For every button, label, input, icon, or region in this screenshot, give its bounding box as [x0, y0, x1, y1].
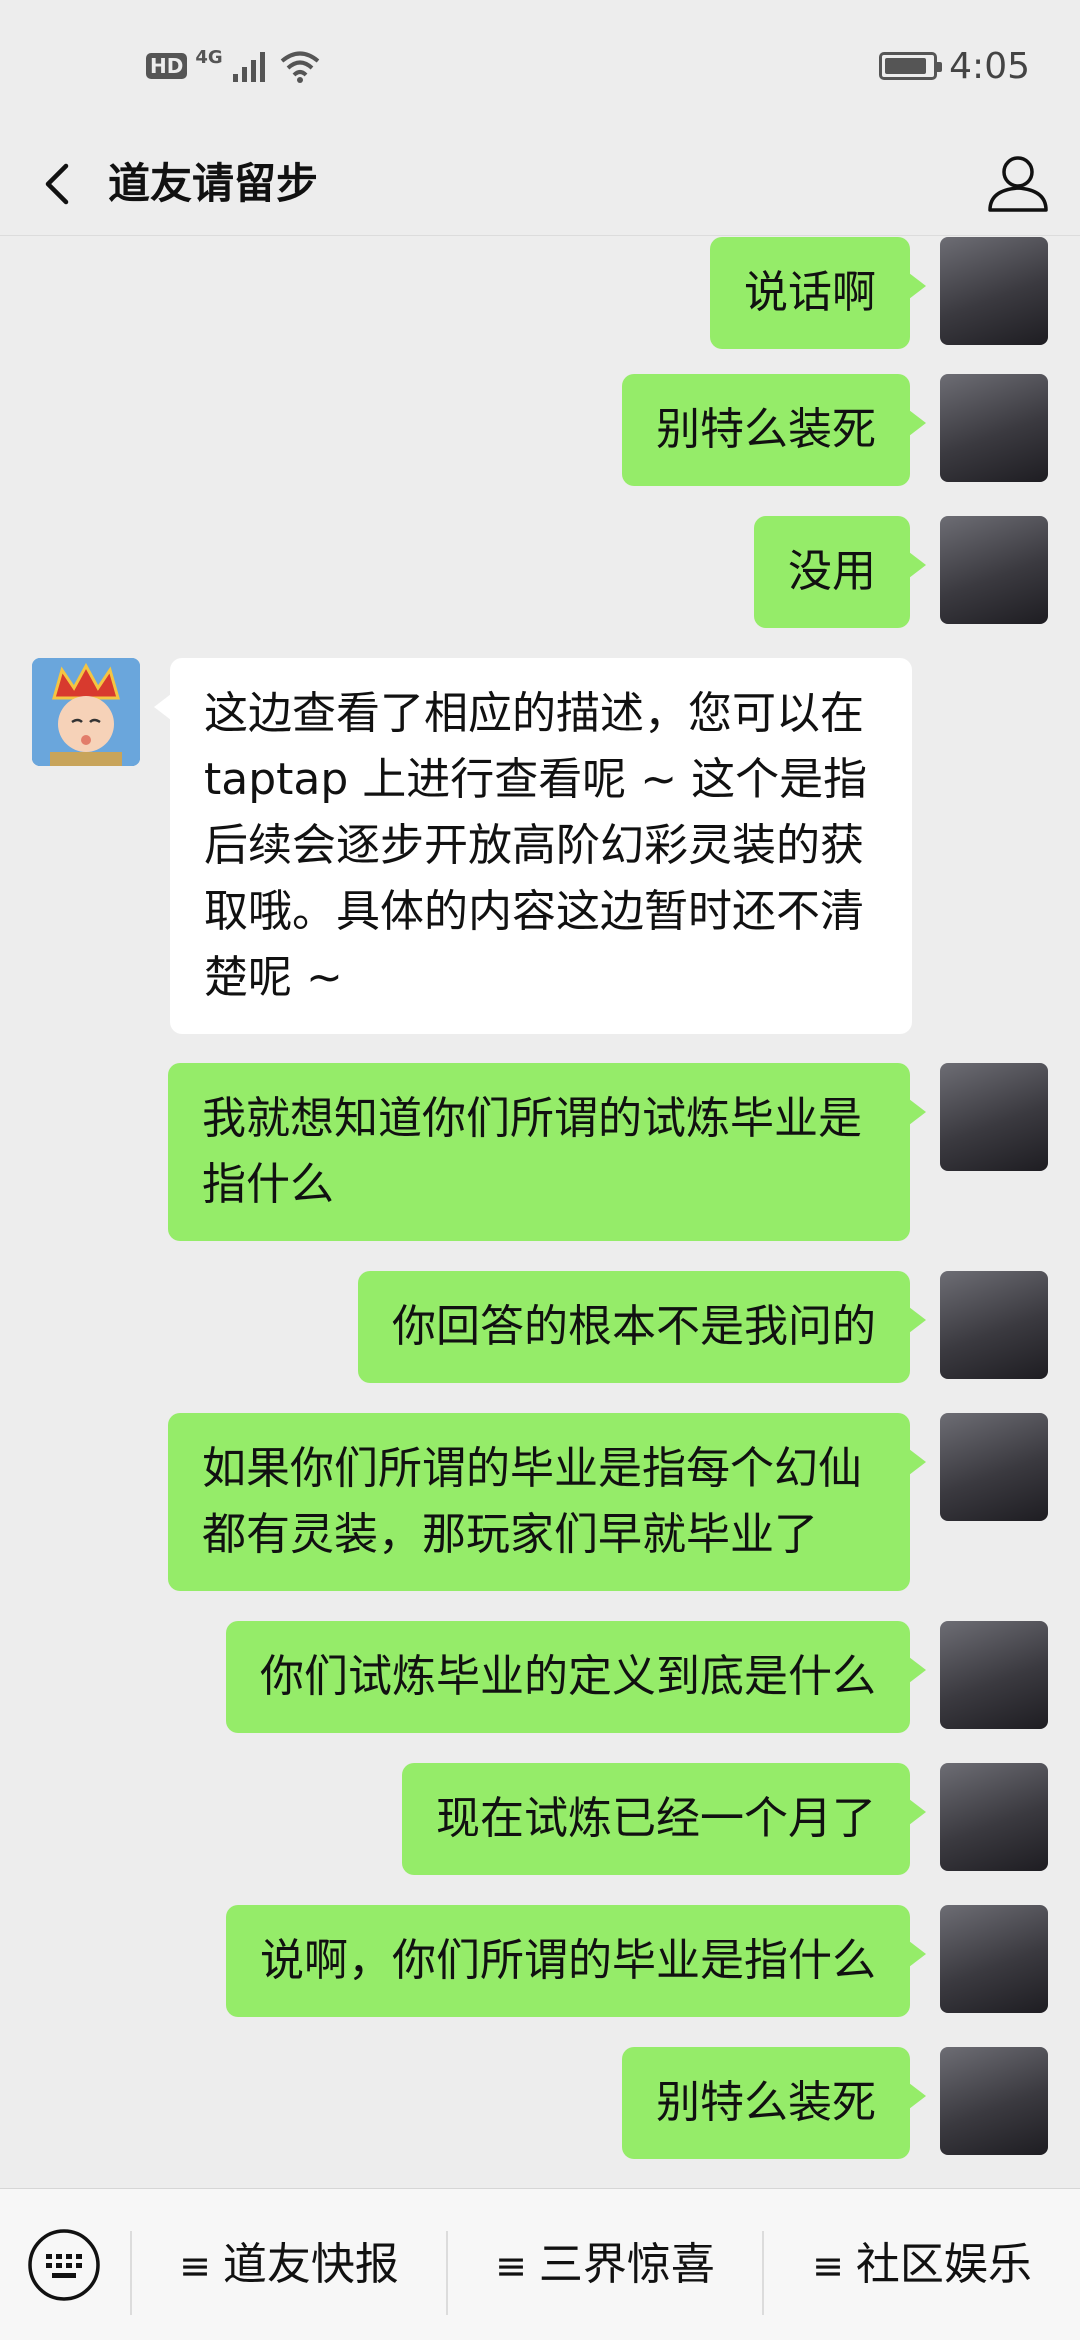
status-bar: HD 4G 4:05	[0, 0, 1080, 132]
menu-list-icon: ≡	[179, 2244, 211, 2288]
person-outline-icon[interactable]	[980, 146, 1056, 222]
my-avatar[interactable]	[940, 1413, 1048, 1521]
message-bubble[interactable]: 说话啊	[710, 237, 926, 349]
message-bubble[interactable]: 没用	[754, 516, 926, 628]
message-bubble[interactable]: 这边查看了相应的描述，您可以在taptap 上进行查看呢 ~ 这个是指后续会逐步…	[154, 658, 912, 1034]
my-avatar[interactable]	[940, 1063, 1048, 1171]
my-avatar[interactable]	[940, 2047, 1048, 2155]
wifi-icon	[280, 51, 319, 83]
message-bubble[interactable]: 你回答的根本不是我问的	[358, 1271, 926, 1383]
menu-item-news[interactable]: ≡ 道友快报	[132, 2189, 446, 2340]
status-time: 4:05	[949, 45, 1030, 87]
message-bubble[interactable]: 别特么装死	[622, 2047, 926, 2159]
my-avatar[interactable]	[940, 1763, 1048, 1871]
message-bubble[interactable]: 别特么装死	[622, 374, 926, 486]
keyboard-icon[interactable]	[26, 2227, 102, 2303]
message-list[interactable]: 说话啊 别特么装死 没用 这边查看了相应的描述，您可以在taptap 上进行查看…	[0, 237, 1080, 2187]
my-avatar[interactable]	[940, 1271, 1048, 1379]
my-avatar[interactable]	[940, 516, 1048, 624]
my-avatar[interactable]	[940, 1905, 1048, 2013]
service-avatar[interactable]	[32, 658, 140, 766]
signal-icon	[232, 52, 265, 82]
status-right: 4:05	[879, 42, 1030, 90]
status-left: HD 4G	[146, 44, 321, 88]
menu-item-community[interactable]: ≡ 社区娱乐	[764, 2189, 1080, 2340]
my-avatar[interactable]	[940, 237, 1048, 345]
battery-level	[885, 58, 926, 74]
menu-item-label: 道友快报	[222, 2239, 399, 2290]
battery-icon	[879, 52, 943, 80]
menu-item-label: 三界惊喜	[538, 2239, 715, 2290]
chat-title: 道友请留步	[108, 159, 319, 208]
message-bubble[interactable]: 你们试炼毕业的定义到底是什么	[226, 1621, 926, 1733]
my-avatar[interactable]	[940, 374, 1048, 482]
message-bubble[interactable]: 说啊，你们所谓的毕业是指什么	[226, 1905, 926, 2017]
network-label: 4G	[195, 46, 223, 68]
menu-list-icon: ≡	[812, 2244, 844, 2288]
bottom-menu-bar: ≡ 道友快报 ≡ 三界惊喜 ≡ 社区娱乐	[0, 2188, 1080, 2340]
chevron-left-icon[interactable]	[30, 154, 90, 214]
service-avatar-icon	[32, 658, 140, 766]
menu-item-surprise[interactable]: ≡ 三界惊喜	[448, 2189, 762, 2340]
my-avatar[interactable]	[940, 1621, 1048, 1729]
message-bubble[interactable]: 如果你们所谓的毕业是指每个幻仙都有灵装，那玩家们早就毕业了	[168, 1413, 926, 1591]
chat-header: 道友请留步	[0, 132, 1080, 236]
menu-item-label: 社区娱乐	[855, 2239, 1032, 2290]
message-bubble[interactable]: 现在试炼已经一个月了	[402, 1763, 926, 1875]
hd-badge: HD	[146, 53, 188, 79]
menu-list-icon: ≡	[495, 2244, 527, 2288]
message-bubble[interactable]: 我就想知道你们所谓的试炼毕业是指什么	[168, 1063, 926, 1241]
